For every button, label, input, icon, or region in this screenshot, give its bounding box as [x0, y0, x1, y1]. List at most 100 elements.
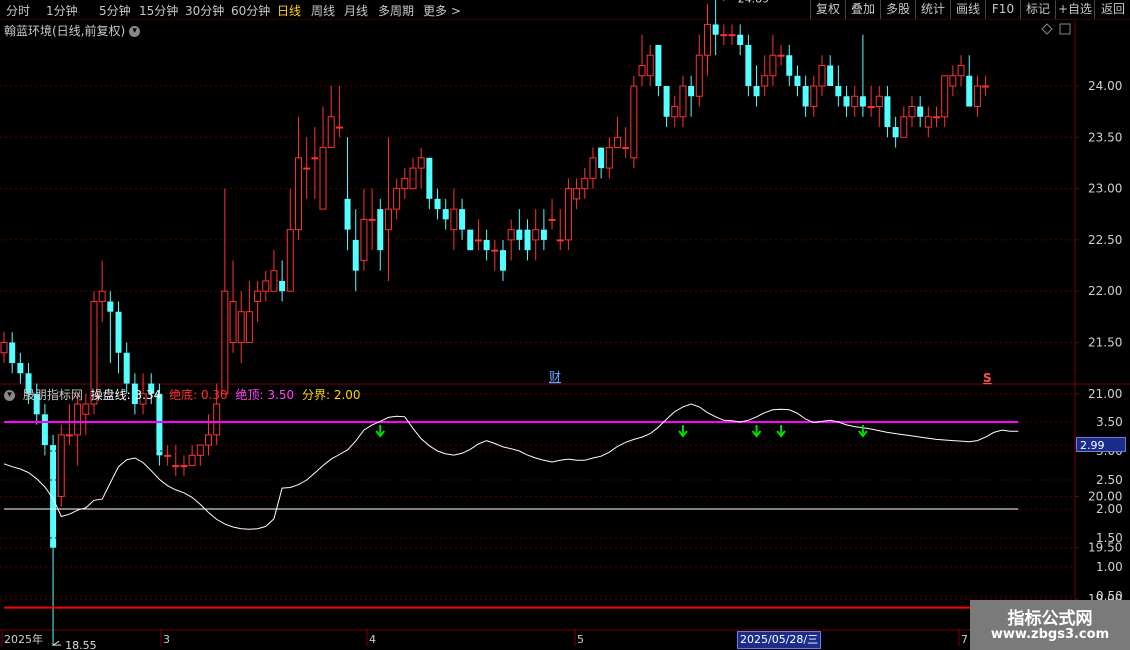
candle-body-up — [532, 229, 540, 241]
candle-body-up — [74, 403, 82, 436]
candle-body-down — [745, 44, 752, 86]
candle-body-up — [949, 75, 957, 87]
candle-body-down — [966, 75, 973, 107]
indicator-axis-label: 3.50 — [1096, 415, 1123, 429]
candle-body-up — [703, 23, 711, 56]
candle-body-up — [777, 54, 785, 57]
candle-body-down — [917, 106, 924, 117]
indicator-header: ▾ 股朋指标网 操盘线: 3.34 绝底: 0.30 绝顶: 3.50 分界: … — [4, 386, 365, 403]
candle-body-up — [205, 434, 212, 446]
candle-body-up — [65, 434, 73, 437]
candle-body-up — [933, 116, 941, 119]
candle-body-down — [663, 86, 670, 117]
candle-body-up — [638, 64, 646, 77]
finance-marker: 财 — [549, 370, 561, 384]
date-label: 2025年 — [4, 632, 43, 646]
selected-date: 2025/05/28/三 — [737, 631, 822, 649]
candle-body-down — [688, 86, 695, 97]
candle-body-up — [646, 54, 654, 77]
candle-body-up — [262, 280, 270, 292]
candle-body-up — [245, 311, 253, 344]
candle-body-up — [196, 444, 204, 456]
candle-body-up — [164, 454, 172, 457]
s-marker: S — [983, 371, 992, 385]
candle-body-down — [859, 96, 866, 107]
candle-body-up — [614, 136, 621, 149]
candle-body-up — [286, 229, 294, 292]
candle-body-down — [344, 198, 351, 230]
line-label: 操盘线: — [90, 388, 131, 402]
watermark-logo: 指标公式网 www.zbgs3.com — [970, 600, 1130, 650]
candle-body-down — [426, 157, 433, 199]
candle-body-up — [450, 208, 458, 231]
candle-body-up — [327, 116, 335, 149]
candle-body-up — [908, 106, 916, 118]
candle-body-up — [303, 167, 311, 170]
candle-body-up — [393, 188, 401, 210]
candle-body-up — [622, 147, 630, 150]
candle-body-down — [41, 414, 48, 446]
date-label: 3 — [163, 633, 170, 646]
candle-body-up — [573, 188, 581, 200]
candle-body-up — [409, 167, 417, 190]
candle-body-up — [761, 75, 769, 87]
candle-body-up — [229, 300, 237, 343]
candle-body-up — [172, 465, 180, 468]
candle-body-up — [254, 290, 262, 302]
indicator-axis-label: 1.50 — [1096, 531, 1123, 545]
low-price-label: 18.55 — [65, 639, 97, 650]
candle-body-down — [540, 229, 547, 240]
line-value: 3.34 — [134, 388, 162, 402]
candle-body-down — [843, 96, 850, 107]
candle-body-up — [695, 54, 703, 97]
candle-body-up — [720, 34, 728, 37]
candle-body-up — [188, 454, 196, 467]
price-axis-label: 23.50 — [1088, 130, 1122, 144]
logo-url: www.zbgs3.com — [990, 627, 1110, 642]
candle-body-up — [221, 290, 229, 395]
high-price-label: 24.89 — [738, 0, 770, 6]
candle-body-down — [827, 65, 834, 86]
candle-body-up — [491, 249, 499, 252]
candle-body-down — [467, 229, 474, 251]
candle-body-down — [442, 209, 449, 220]
candle-body-up — [237, 311, 245, 344]
candle-body-up — [319, 147, 327, 210]
candle-body-up — [900, 116, 908, 138]
candle-body-down — [524, 229, 531, 251]
price-axis-label: 22.00 — [1088, 284, 1122, 298]
candle-body-up — [957, 64, 965, 77]
candle-body-down — [499, 250, 506, 271]
candle-body-down — [884, 96, 891, 128]
candle-body-up — [57, 434, 65, 497]
candle-body-down — [115, 311, 122, 353]
candle-body-up — [417, 157, 425, 169]
candle-body-up — [335, 126, 343, 129]
candle-body-down — [459, 209, 466, 230]
candle-body-up — [581, 177, 589, 190]
price-chart[interactable]: 24.0023.5023.0022.5022.0021.5021.0020.50… — [0, 0, 1130, 650]
bottom-value: 0.30 — [200, 388, 228, 402]
candle-body-down — [156, 393, 163, 456]
top-label: 绝顶: — [235, 388, 264, 402]
candle-body-down — [279, 280, 286, 292]
candle-body-up — [384, 208, 392, 231]
candle-body-up — [924, 116, 932, 128]
date-label: 7 — [961, 633, 968, 646]
date-label: 4 — [369, 633, 376, 646]
candle-body-up — [769, 54, 777, 77]
candle-body-down — [107, 301, 114, 312]
candle-body-up — [311, 157, 319, 160]
chevron-down-icon[interactable]: ▾ — [4, 390, 15, 401]
candle-body-up — [605, 147, 613, 169]
candle-body-down — [802, 86, 809, 107]
candle-body-up — [728, 34, 736, 37]
candle-body-up — [679, 85, 687, 118]
candle-body-up — [180, 465, 188, 468]
candle-body-up — [401, 177, 409, 190]
candle-body-down — [794, 75, 801, 86]
candle-body-up — [564, 188, 572, 241]
candle-body-up — [368, 218, 376, 221]
candle-body-up — [213, 403, 221, 436]
candle-body-up — [630, 85, 638, 159]
